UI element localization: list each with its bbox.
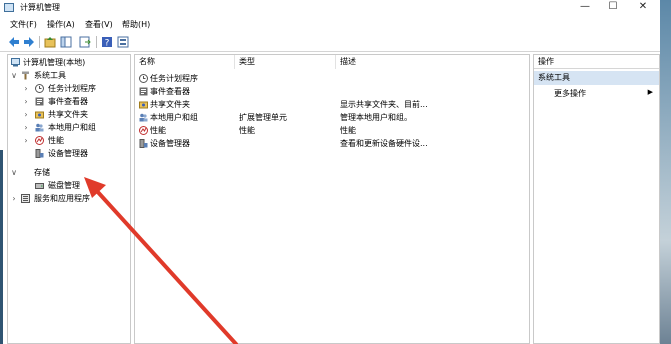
annotation-arrow-shaft xyxy=(94,188,238,344)
annotation-arrow xyxy=(84,177,238,344)
